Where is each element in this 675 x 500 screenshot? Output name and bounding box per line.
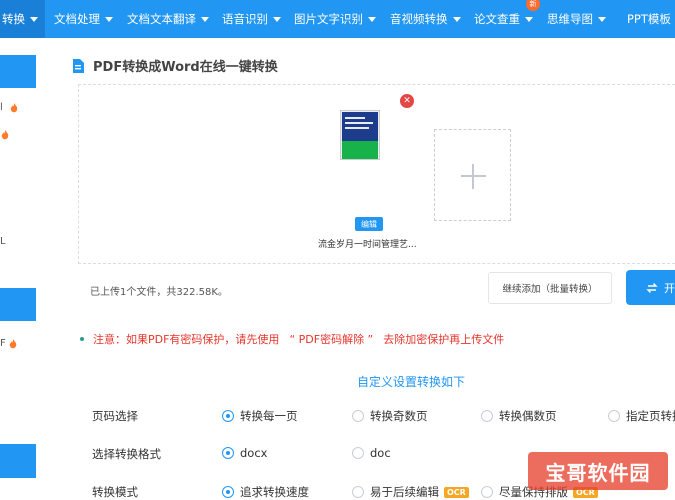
bullet-dot — [80, 337, 84, 341]
chevron-down-icon — [273, 16, 281, 22]
sidebar-item-fragment[interactable]: L — [0, 236, 6, 247]
mode-label: 转换模式 — [92, 485, 138, 499]
sidebar-active-item[interactable] — [0, 55, 36, 88]
nav-item-ocr[interactable]: 图片文字识别 — [294, 0, 376, 38]
file-thumbnail[interactable] — [340, 110, 380, 160]
page-select-label: 页码选择 — [92, 409, 138, 423]
radio-specific-pages[interactable]: 指定页转换 — [608, 408, 675, 424]
upload-status: 已上传1个文件，共322.58K。 — [90, 287, 228, 298]
fire-icon — [10, 103, 18, 113]
page-title: PDF转换成Word在线一键转换 — [93, 60, 278, 75]
chevron-down-icon — [368, 16, 376, 22]
radio-even-pages[interactable]: 转换偶数页 — [481, 408, 557, 424]
radio-doc[interactable]: doc — [352, 446, 391, 460]
nav-item-speech[interactable]: 语音识别 — [222, 0, 281, 38]
nav-item-convert[interactable]: 转换 — [0, 0, 45, 38]
nav-item-doc-processing[interactable]: 文档处理 — [54, 0, 113, 38]
nav-item-plagiarism[interactable]: 论文查重 — [474, 0, 533, 38]
page-title-row: PDF转换成Word在线一键转换 — [72, 56, 278, 75]
radio-odd-pages[interactable]: 转换奇数页 — [352, 408, 428, 424]
chevron-down-icon — [201, 16, 209, 22]
radio-docx[interactable]: docx — [222, 446, 267, 460]
fire-icon — [9, 339, 17, 349]
chevron-down-icon — [30, 16, 38, 22]
chevron-down-icon — [452, 16, 461, 22]
chevron-down-icon — [598, 16, 606, 22]
sidebar-section-header[interactable] — [0, 444, 36, 478]
nav-item-av-convert[interactable]: 音视频转换 — [390, 0, 461, 38]
nav-item-translation[interactable]: 文档文本翻译 — [127, 0, 209, 38]
format-label: 选择转换格式 — [92, 447, 161, 461]
add-file-button[interactable] — [434, 129, 511, 221]
watermark-logo: 宝哥软件园 — [528, 452, 668, 490]
sidebar-item-fragment[interactable]: l — [0, 102, 3, 113]
password-notice: 注意：如果PDF有密码保护，请先使用 “ PDF密码解除 ” 去除加密保护再上传… — [80, 331, 504, 347]
chevron-down-icon — [525, 16, 533, 22]
document-icon — [73, 58, 84, 73]
top-nav: 转换 文档处理 文档文本翻译 语音识别 图片文字识别 音视频转换 论文查重 思维… — [0, 0, 675, 38]
settings-heading: 自定义设置转换如下 — [357, 375, 466, 389]
sidebar-item-fragment[interactable]: F — [0, 338, 6, 349]
chevron-down-icon — [105, 16, 113, 22]
nav-item-ppt[interactable]: PPT模板 — [627, 0, 671, 38]
sidebar-section-header[interactable] — [0, 288, 36, 321]
pdf-unlock-link[interactable]: “ PDF密码解除 ” — [289, 331, 373, 347]
nav-item-mindmap[interactable]: 思维导图 — [547, 0, 606, 38]
close-icon: ✕ — [403, 96, 411, 106]
continue-add-button[interactable]: 继续添加（批量转换） — [488, 272, 612, 304]
radio-editable[interactable]: 易于后续编辑 OCR — [352, 484, 469, 500]
radio-speed[interactable]: 追求转换速度 — [222, 484, 309, 500]
file-name: 流金岁月一时间管理艺... — [318, 240, 417, 250]
remove-file-button[interactable]: ✕ — [400, 94, 414, 108]
radio-every-page[interactable]: 转换每一页 — [222, 408, 298, 424]
ocr-badge: OCR — [444, 486, 469, 498]
fire-icon — [1, 130, 9, 140]
swap-icon — [646, 282, 658, 293]
start-convert-button[interactable]: 开 — [626, 270, 675, 305]
edit-file-button[interactable]: 编辑 — [355, 217, 383, 231]
